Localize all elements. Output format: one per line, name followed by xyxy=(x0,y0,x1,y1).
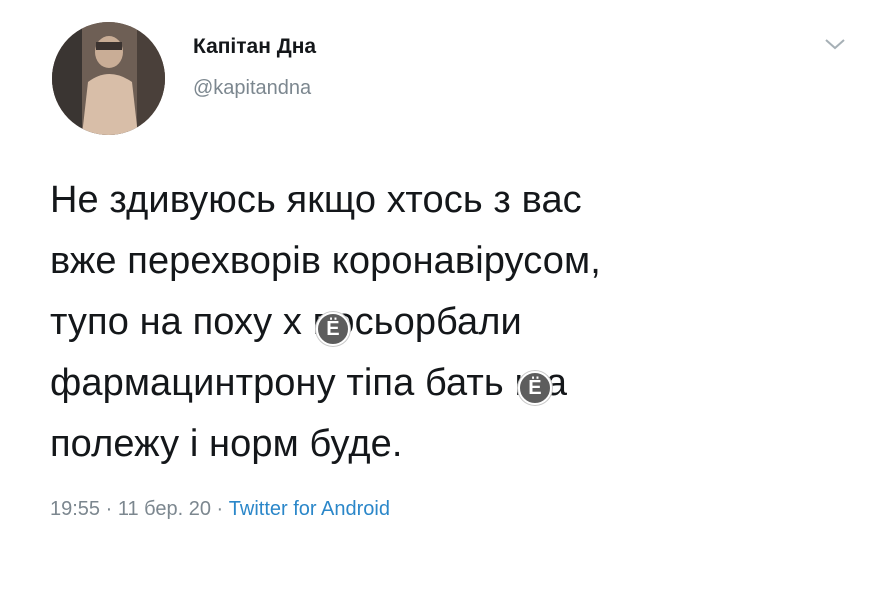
display-name[interactable]: Капітан Дна xyxy=(193,34,316,60)
tweet-card: Капітан Дна @kapitandna Не здивуюсь якщо… xyxy=(0,0,883,545)
tweet-time[interactable]: 19:55 xyxy=(50,498,100,520)
watermark-glyph: Ё xyxy=(528,377,542,399)
watermark-glyph: Ё xyxy=(326,318,340,340)
tweet-source-link[interactable]: Twitter for Android xyxy=(229,498,390,520)
tweet-text: Не здивуюсь якщо хтось з вас вже перехво… xyxy=(50,179,601,465)
avatar-image xyxy=(52,22,165,135)
meta-separator: · xyxy=(100,498,118,520)
watermark-badge: Ё xyxy=(316,312,350,346)
chevron-down-icon[interactable] xyxy=(822,34,848,54)
watermark-badge: Ё xyxy=(518,371,552,405)
meta-separator: · xyxy=(211,498,229,520)
user-handle[interactable]: @kapitandna xyxy=(193,76,316,100)
tweet-meta: 19:55 · 11 бер. 20 · Twitter for Android xyxy=(50,495,390,523)
avatar[interactable] xyxy=(52,22,165,135)
user-info: Капітан Дна @kapitandna xyxy=(193,34,316,100)
tweet-date[interactable]: 11 бер. 20 xyxy=(118,498,211,520)
